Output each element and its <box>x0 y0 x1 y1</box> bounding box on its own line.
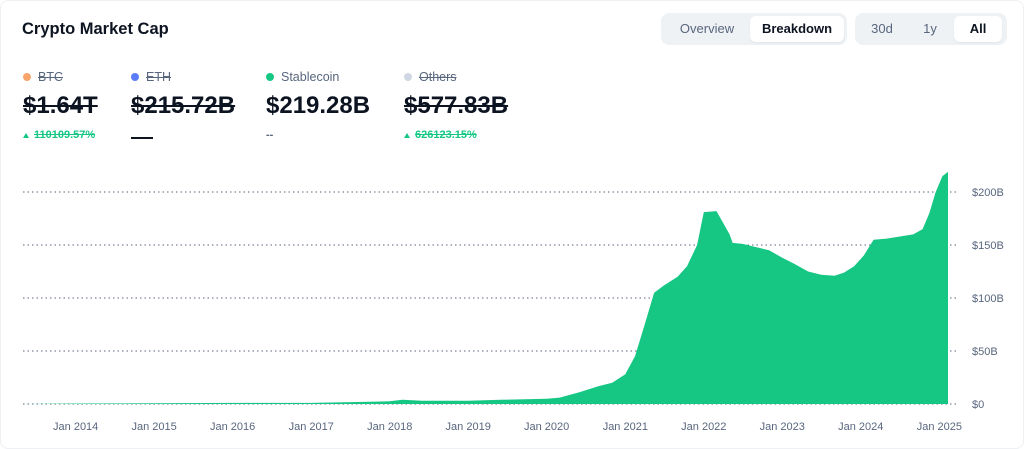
stablecoin-area-chart[interactable]: $0$50B$100B$150B$200B Jan 2014 Jan 2015 Ja… <box>1 161 1024 449</box>
legend-label: Others <box>419 70 457 84</box>
legend-label: ETH <box>146 70 171 84</box>
legend-item-others[interactable]: Others $577.83B 626123.15% <box>404 69 508 142</box>
y-tick-label: $100B <box>972 293 1004 305</box>
breakdown-tab[interactable]: Breakdown <box>750 16 844 42</box>
legend-change: 110109.57% <box>34 129 96 141</box>
btc-color-dot <box>23 73 31 81</box>
overview-tab[interactable]: Overview <box>664 16 750 42</box>
legend-value: $1.64T <box>23 92 98 119</box>
up-triangle-icon <box>23 132 29 138</box>
legend-change-placeholder <box>131 136 153 139</box>
x-tick-label: Jan 2017 <box>289 421 334 433</box>
y-tick-label: $50B <box>972 346 998 358</box>
eth-color-dot <box>131 73 139 81</box>
legend-label: BTC <box>38 70 63 84</box>
page-title: Crypto Market Cap <box>22 20 169 38</box>
legend-change: -- <box>266 129 274 141</box>
up-triangle-icon <box>404 132 410 138</box>
range-1y-button[interactable]: 1y <box>906 16 954 42</box>
x-tick-label: Jan 2014 <box>53 421 98 433</box>
stablecoin-area <box>23 171 948 404</box>
legend-item-eth[interactable]: ETH $215.72B <box>131 69 235 142</box>
y-tick-label: $150B <box>972 240 1004 252</box>
market-cap-card: Crypto Market Cap Overview Breakdown 30d… <box>0 0 1024 449</box>
y-tick-label: $200B <box>972 187 1004 199</box>
range-all-button[interactable]: All <box>954 16 1002 42</box>
x-tick-label: Jan 2023 <box>760 421 805 433</box>
y-tick-label: $0 <box>972 399 984 411</box>
y-axis-labels: $0 $50B $100B $150B $200B <box>972 187 1004 411</box>
x-tick-label: Jan 2025 <box>917 421 962 433</box>
x-tick-label: Jan 2020 <box>524 421 569 433</box>
x-tick-label: Jan 2016 <box>210 421 255 433</box>
legend-item-btc[interactable]: BTC $1.64T 110109.57% <box>23 69 98 142</box>
legend-value: $219.28B <box>266 92 371 119</box>
legend-value: $215.72B <box>131 92 236 119</box>
range-toggle: 30d 1y All <box>855 13 1007 45</box>
x-tick-label: Jan 2019 <box>446 421 491 433</box>
legend-label: Stablecoin <box>281 70 340 84</box>
x-tick-label: Jan 2024 <box>838 421 883 433</box>
x-tick-label: Jan 2021 <box>603 421 648 433</box>
others-color-dot <box>404 73 412 81</box>
x-tick-label: Jan 2018 <box>367 421 412 433</box>
stablecoin-color-dot <box>266 73 274 81</box>
x-tick-label: Jan 2015 <box>131 421 176 433</box>
legend-item-stablecoin[interactable]: Stablecoin $219.28B -- <box>266 69 370 142</box>
legend-value: $577.83B <box>404 92 509 119</box>
legend-change: 626123.15% <box>415 129 477 141</box>
x-axis-labels: Jan 2014 Jan 2015 Jan 2016 Jan 2017 Jan 2018… <box>53 421 962 433</box>
view-toggle: Overview Breakdown <box>661 13 847 45</box>
x-tick-label: Jan 2022 <box>681 421 726 433</box>
range-30d-button[interactable]: 30d <box>858 16 906 42</box>
